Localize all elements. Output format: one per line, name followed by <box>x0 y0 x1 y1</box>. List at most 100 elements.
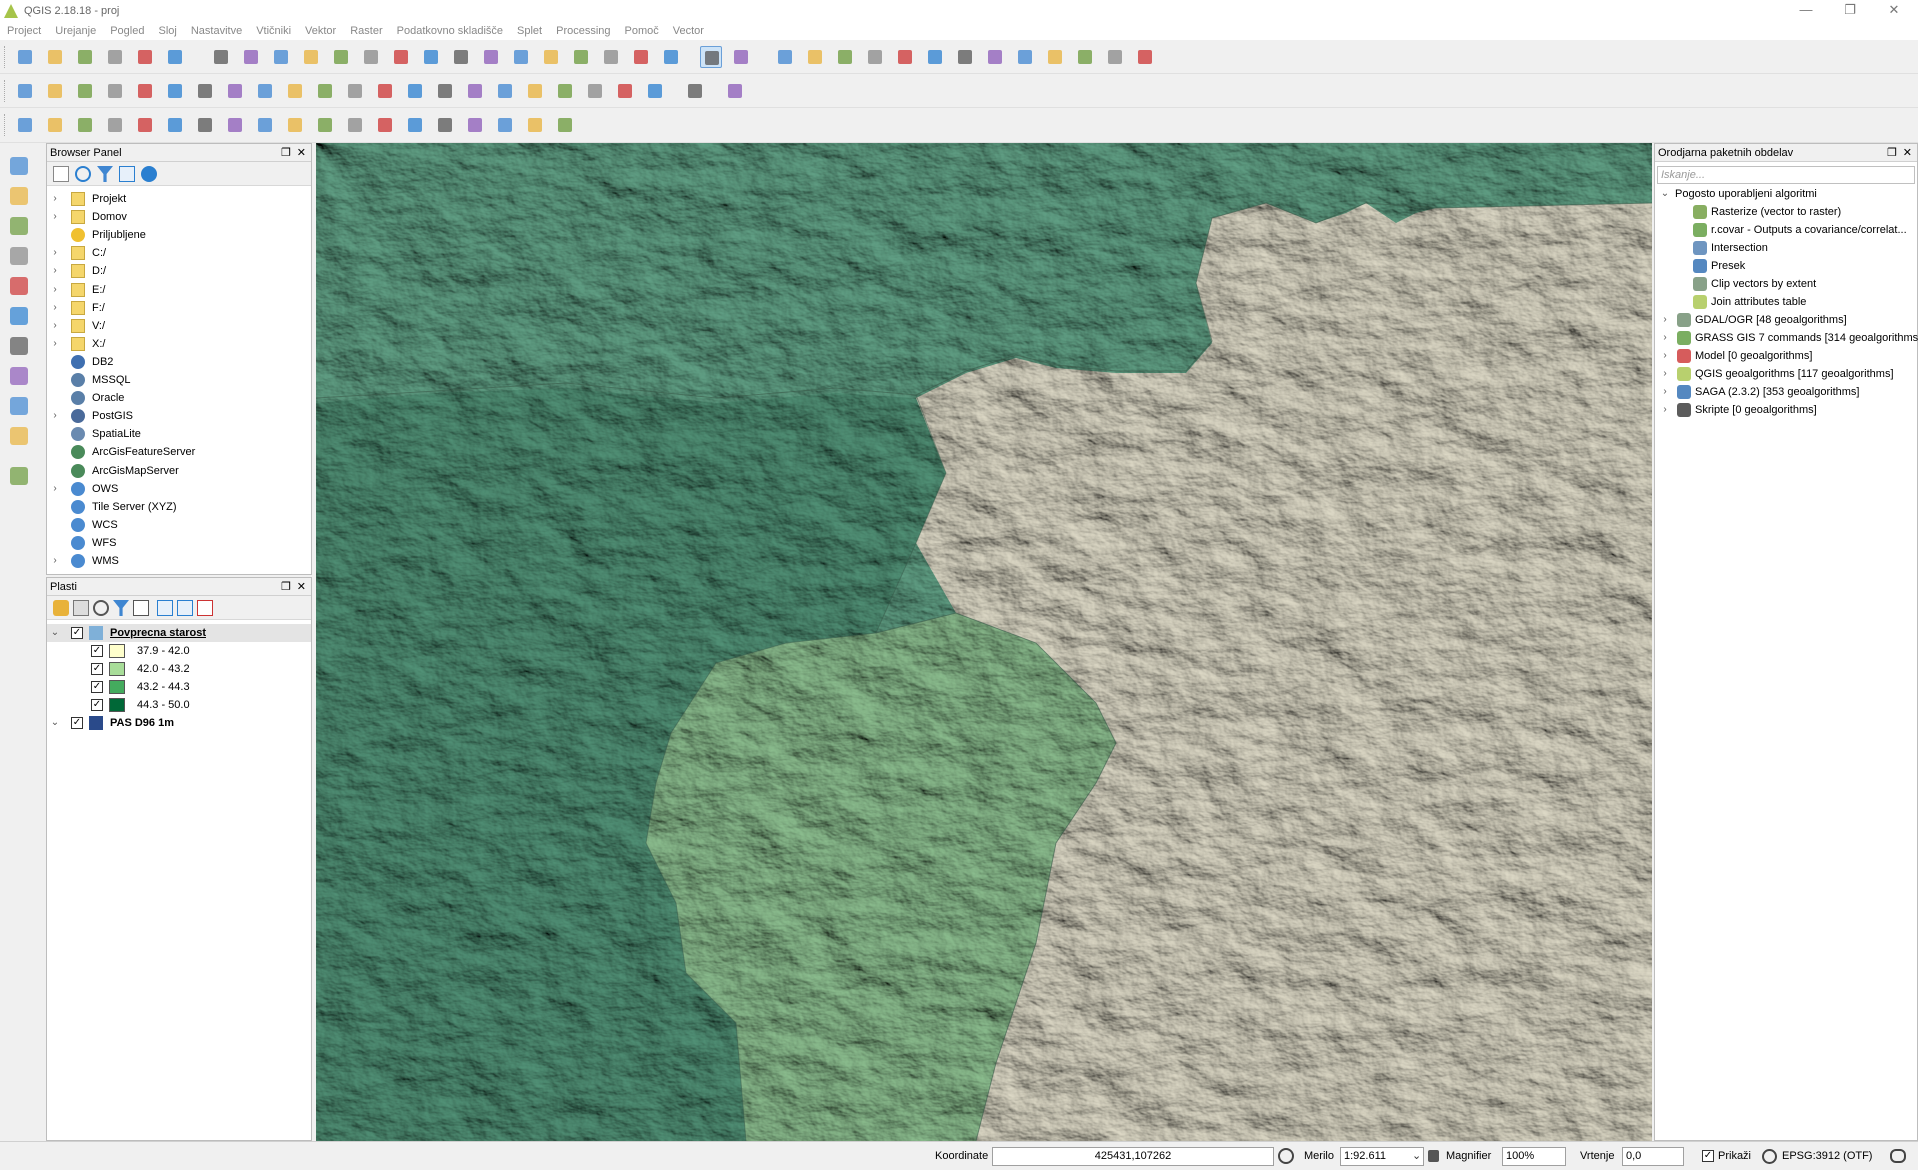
csw-icon[interactable] <box>554 80 576 102</box>
cut-features-icon[interactable] <box>224 80 246 102</box>
measure-icon[interactable] <box>894 46 916 68</box>
menu-item[interactable]: Pomoč <box>618 25 666 37</box>
new-project-icon[interactable] <box>1014 46 1036 68</box>
chevron-right-icon[interactable]: › <box>1659 383 1671 401</box>
browser-item[interactable]: SpatiaLite <box>47 425 311 443</box>
add-feature-icon[interactable] <box>104 80 126 102</box>
layer-visibility-checkbox[interactable]: ✓ <box>71 717 83 729</box>
snapping-icon[interactable] <box>554 114 576 136</box>
messages-icon[interactable] <box>1890 1149 1906 1163</box>
select-expression-icon[interactable] <box>730 46 752 68</box>
browser-item[interactable]: › D:/ <box>47 262 311 280</box>
python-console-icon[interactable] <box>584 80 606 102</box>
restore-icon[interactable]: ❐ <box>1830 0 1870 22</box>
menu-item[interactable]: Podatkovno skladišče <box>390 25 510 37</box>
add-ring-icon[interactable] <box>164 114 186 136</box>
crs-globe-icon[interactable] <box>1762 1149 1777 1164</box>
browser-item[interactable]: › OWS <box>47 480 311 498</box>
toggle-editing-icon[interactable] <box>44 80 66 102</box>
browser-item[interactable]: › V:/ <box>47 317 311 335</box>
attribute-table-icon[interactable] <box>804 46 826 68</box>
legend-class-item[interactable]: ✓ 43.2 - 44.3 <box>47 678 311 696</box>
legend-class-item[interactable]: ✓ 44.3 - 50.0 <box>47 696 311 714</box>
browser-item[interactable]: Priljubljene <box>47 226 311 244</box>
browser-item[interactable]: › WMS <box>47 552 311 570</box>
filter-legend-icon[interactable] <box>113 600 129 616</box>
browser-item[interactable]: WFS <box>47 534 311 552</box>
chevron-right-icon[interactable]: › <box>49 244 61 262</box>
diagram-icon[interactable] <box>344 80 366 102</box>
annotation-icon[interactable] <box>924 46 946 68</box>
layout-manager-icon[interactable] <box>164 46 186 68</box>
chevron-down-icon[interactable]: ⌄ <box>49 624 61 642</box>
collapse-all-icon[interactable] <box>177 600 193 616</box>
crs-status[interactable]: EPSG:3912 (OTF) <box>1782 1142 1872 1170</box>
save-as-icon[interactable] <box>104 46 126 68</box>
delete-ring-icon[interactable] <box>254 114 276 136</box>
refresh-icon[interactable] <box>600 46 622 68</box>
menu-item[interactable]: Processing <box>549 25 617 37</box>
browser-item[interactable]: WCS <box>47 516 311 534</box>
touch-zoom-icon[interactable] <box>210 46 232 68</box>
layer-visibility-checkbox[interactable]: ✓ <box>71 627 83 639</box>
print-layout-icon[interactable] <box>134 46 156 68</box>
show-bookmarks-icon[interactable] <box>570 46 592 68</box>
chevron-right-icon[interactable]: › <box>49 407 61 425</box>
zoom-last-icon[interactable] <box>480 46 502 68</box>
float-panel-icon[interactable]: ❐ <box>1887 144 1897 162</box>
style-icon[interactable] <box>53 600 69 616</box>
add-spatialite-layer-icon[interactable] <box>6 363 32 389</box>
chevron-right-icon[interactable]: › <box>1659 365 1671 383</box>
refresh-icon[interactable] <box>75 166 91 182</box>
legend-class-checkbox[interactable]: ✓ <box>91 699 103 711</box>
pin-labels-icon[interactable] <box>374 80 396 102</box>
save-project-icon[interactable] <box>74 46 96 68</box>
gps-tools-icon[interactable] <box>6 463 32 489</box>
undo-icon[interactable] <box>74 114 96 136</box>
chevron-right-icon[interactable]: › <box>49 281 61 299</box>
menu-item[interactable]: Vtičniki <box>249 25 298 37</box>
add-layer-icon[interactable] <box>53 166 69 182</box>
split-features-icon[interactable] <box>374 114 396 136</box>
chevron-right-icon[interactable]: › <box>1659 347 1671 365</box>
add-feature-icon[interactable] <box>724 80 746 102</box>
select-features-icon[interactable] <box>700 46 722 68</box>
algorithm-item[interactable]: Intersection <box>1655 239 1917 257</box>
add-raster-layer-icon[interactable] <box>6 183 32 209</box>
remove-layer-icon[interactable] <box>197 600 213 616</box>
browser-item[interactable]: › PostGIS <box>47 407 311 425</box>
paste-features-icon[interactable] <box>284 80 306 102</box>
filter-expression-icon[interactable] <box>133 600 149 616</box>
menu-item[interactable]: Splet <box>510 25 549 37</box>
move-feature-icon[interactable] <box>134 80 156 102</box>
zoom-out-icon[interactable] <box>330 46 352 68</box>
browser-item[interactable]: › Domov <box>47 208 311 226</box>
change-label-icon[interactable] <box>494 80 516 102</box>
expand-all-icon[interactable] <box>157 600 173 616</box>
zoom-layer-icon[interactable] <box>450 46 472 68</box>
processing-group[interactable]: ⌄ Pogosto uporabljeni algoritmi <box>1655 185 1917 203</box>
rotate-label-icon[interactable] <box>464 80 486 102</box>
reshape-icon[interactable] <box>314 114 336 136</box>
close-panel-icon[interactable]: ✕ <box>297 144 306 162</box>
collapse-all-icon[interactable] <box>119 166 135 182</box>
print-layout-icon[interactable] <box>1134 46 1156 68</box>
chevron-right-icon[interactable]: › <box>1659 401 1671 419</box>
add-text-layer-icon[interactable] <box>6 213 32 239</box>
node-tool-icon[interactable] <box>164 80 186 102</box>
zoom-next-icon[interactable] <box>510 46 532 68</box>
rotation-spinbox[interactable]: 0,0 <box>1622 1147 1684 1166</box>
zoom-in-icon[interactable] <box>300 46 322 68</box>
chevron-right-icon[interactable]: › <box>1659 329 1671 347</box>
info-icon[interactable] <box>141 166 157 182</box>
add-vector-layer-icon[interactable] <box>6 153 32 179</box>
delete-selected-icon[interactable] <box>194 80 216 102</box>
map-canvas[interactable] <box>316 143 1652 1141</box>
field-calc-icon[interactable] <box>834 46 856 68</box>
rotate-features-icon[interactable] <box>524 114 546 136</box>
add-virtual-layer-icon[interactable] <box>6 393 32 419</box>
new-bookmark-icon[interactable] <box>540 46 562 68</box>
menu-item[interactable]: Raster <box>343 25 389 37</box>
menu-item[interactable]: Pogled <box>103 25 151 37</box>
provider-item[interactable]: › Skripte [0 geoalgorithms] <box>1655 401 1917 419</box>
